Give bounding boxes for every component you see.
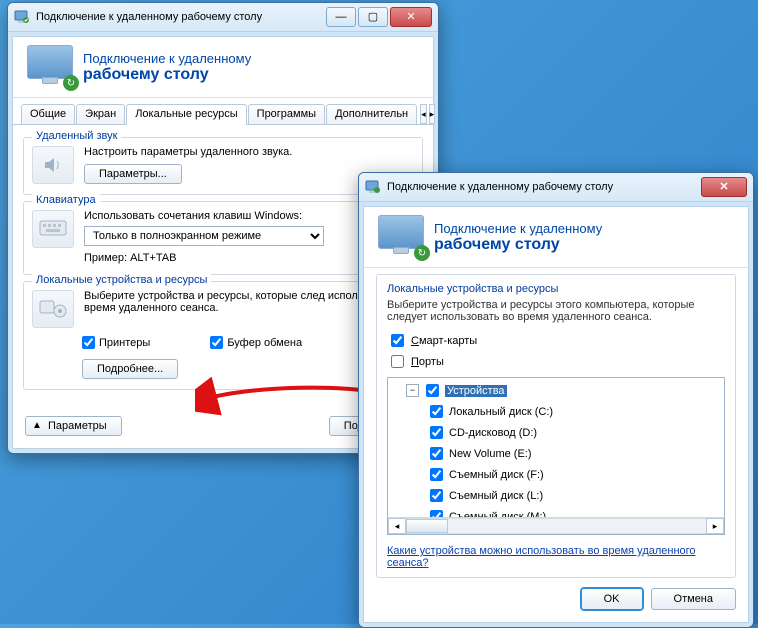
banner: ↻ Подключение к удаленному рабочему стол… — [13, 37, 433, 98]
tree-item-checkbox[interactable] — [430, 468, 443, 481]
tree-item[interactable]: Локальный диск (C:) — [392, 401, 720, 422]
checkbox-printers-label: Принтеры — [99, 337, 150, 349]
tree-root[interactable]: − Устройства — [392, 380, 720, 401]
rdp-logo-icon: ↻ — [27, 45, 75, 89]
tab-local-resources[interactable]: Локальные ресурсы — [126, 104, 246, 125]
tree-item-checkbox[interactable] — [430, 405, 443, 418]
checkbox-clipboard-input[interactable] — [210, 336, 223, 349]
group-description: Выберите устройства и ресурсы этого комп… — [387, 299, 725, 323]
banner-line1: Подключение к удаленному — [83, 51, 251, 66]
speaker-icon — [32, 146, 74, 184]
tree-item-label: CD-дисковод (D:) — [449, 427, 537, 439]
expander-minus-icon[interactable]: − — [406, 384, 419, 397]
checkbox-ports-input[interactable] — [391, 355, 404, 368]
tree-item-label: New Volume (E:) — [449, 448, 532, 460]
scroll-track[interactable] — [406, 518, 706, 534]
checkbox-clipboard-label: Буфер обмена — [227, 337, 302, 349]
checkbox-ports-label: Порты — [411, 356, 444, 368]
checkbox-clipboard[interactable]: Буфер обмена — [210, 336, 302, 349]
checkbox-smartcards[interactable]: Смарт-карты — [387, 331, 725, 350]
tree-item-checkbox[interactable] — [430, 510, 443, 517]
window-title: Подключение к удаленному рабочему столу — [387, 181, 701, 193]
tree-item[interactable]: CD-дисковод (D:) — [392, 422, 720, 443]
options-label: Параметры — [48, 420, 107, 432]
tree-item[interactable]: Съемный диск (L:) — [392, 485, 720, 506]
tree-item[interactable]: Съемный диск (F:) — [392, 464, 720, 485]
checkbox-smartcards-label: Смарт-карты — [411, 335, 477, 347]
banner-line2: рабочему столу — [83, 66, 251, 84]
rdp-devices-dialog: Подключение к удаленному рабочему столу … — [358, 172, 754, 628]
tree-item[interactable]: Съемный диск (M:) — [392, 506, 720, 517]
tab-scroll-right[interactable]: ▸ — [429, 104, 436, 124]
banner: ↻ Подключение к удаленному рабочему стол… — [364, 207, 748, 268]
scroll-right-button[interactable]: ▸ — [706, 518, 724, 534]
options-toggle-button[interactable]: ▲ Параметры — [25, 416, 122, 436]
legend-keyboard: Клавиатура — [32, 194, 100, 206]
legend-sound: Удаленный звук — [32, 130, 121, 142]
tab-scroll-left[interactable]: ◂ — [420, 104, 427, 124]
group-local-devices-dialog: Локальные устройства и ресурсы Выберите … — [376, 274, 736, 578]
checkbox-printers[interactable]: Принтеры — [82, 336, 150, 349]
scroll-thumb[interactable] — [406, 519, 448, 533]
tree-item[interactable]: New Volume (E:) — [392, 443, 720, 464]
tree-item-checkbox[interactable] — [430, 426, 443, 439]
legend-local: Локальные устройства и ресурсы — [32, 274, 211, 286]
sound-settings-button[interactable]: Параметры... — [84, 164, 182, 184]
tab-display[interactable]: Экран — [76, 104, 125, 124]
tree-item-label: Съемный диск (F:) — [449, 469, 544, 481]
device-tree: − Устройства Локальный диск (C:) CD-диск… — [387, 377, 725, 535]
app-icon — [365, 179, 381, 195]
banner-line2: рабочему столу — [434, 236, 602, 254]
close-button[interactable]: ✕ — [390, 7, 432, 27]
minimize-button[interactable]: — — [326, 7, 356, 27]
keyboard-combo[interactable]: Только в полноэкранном режиме — [84, 226, 324, 246]
tab-general[interactable]: Общие — [21, 104, 75, 124]
horizontal-scrollbar[interactable]: ◂ ▸ — [388, 517, 724, 534]
sound-hint: Настроить параметры удаленного звука. — [84, 146, 414, 158]
keyboard-icon — [32, 210, 74, 248]
help-link[interactable]: Какие устройства можно использовать во в… — [387, 545, 725, 569]
checkbox-smartcards-input[interactable] — [391, 334, 404, 347]
group-title: Локальные устройства и ресурсы — [387, 283, 725, 295]
tree-item-checkbox[interactable] — [430, 447, 443, 460]
close-button[interactable]: ✕ — [701, 177, 747, 197]
checkbox-ports[interactable]: Порты — [387, 352, 725, 371]
maximize-button[interactable]: ▢ — [358, 7, 388, 27]
tree-root-label[interactable]: Устройства — [445, 385, 507, 397]
window-title: Подключение к удаленному рабочему столу — [36, 11, 326, 23]
tab-programs[interactable]: Программы — [248, 104, 325, 124]
chevron-up-icon: ▲ — [32, 420, 42, 431]
more-button[interactable]: Подробнее... — [82, 359, 178, 379]
cancel-button[interactable]: Отмена — [651, 588, 736, 610]
tree-item-label: Локальный диск (C:) — [449, 406, 553, 418]
titlebar[interactable]: Подключение к удаленному рабочему столу … — [359, 173, 753, 202]
devices-icon — [32, 290, 74, 328]
scroll-left-button[interactable]: ◂ — [388, 518, 406, 534]
app-icon — [14, 9, 30, 25]
tabs: Общие Экран Локальные ресурсы Программы … — [13, 98, 433, 125]
tree-item-label: Съемный диск (L:) — [449, 490, 543, 502]
rdp-logo-icon: ↻ — [378, 215, 426, 259]
tree-item-checkbox[interactable] — [430, 489, 443, 502]
tree-root-checkbox[interactable] — [426, 384, 439, 397]
ok-button[interactable]: OK — [581, 588, 643, 610]
tab-additional[interactable]: Дополнительн — [326, 104, 417, 124]
checkbox-printers-input[interactable] — [82, 336, 95, 349]
titlebar[interactable]: Подключение к удаленному рабочему столу … — [8, 3, 438, 32]
device-tree-scroll[interactable]: − Устройства Локальный диск (C:) CD-диск… — [388, 378, 724, 517]
banner-line1: Подключение к удаленному — [434, 221, 602, 236]
